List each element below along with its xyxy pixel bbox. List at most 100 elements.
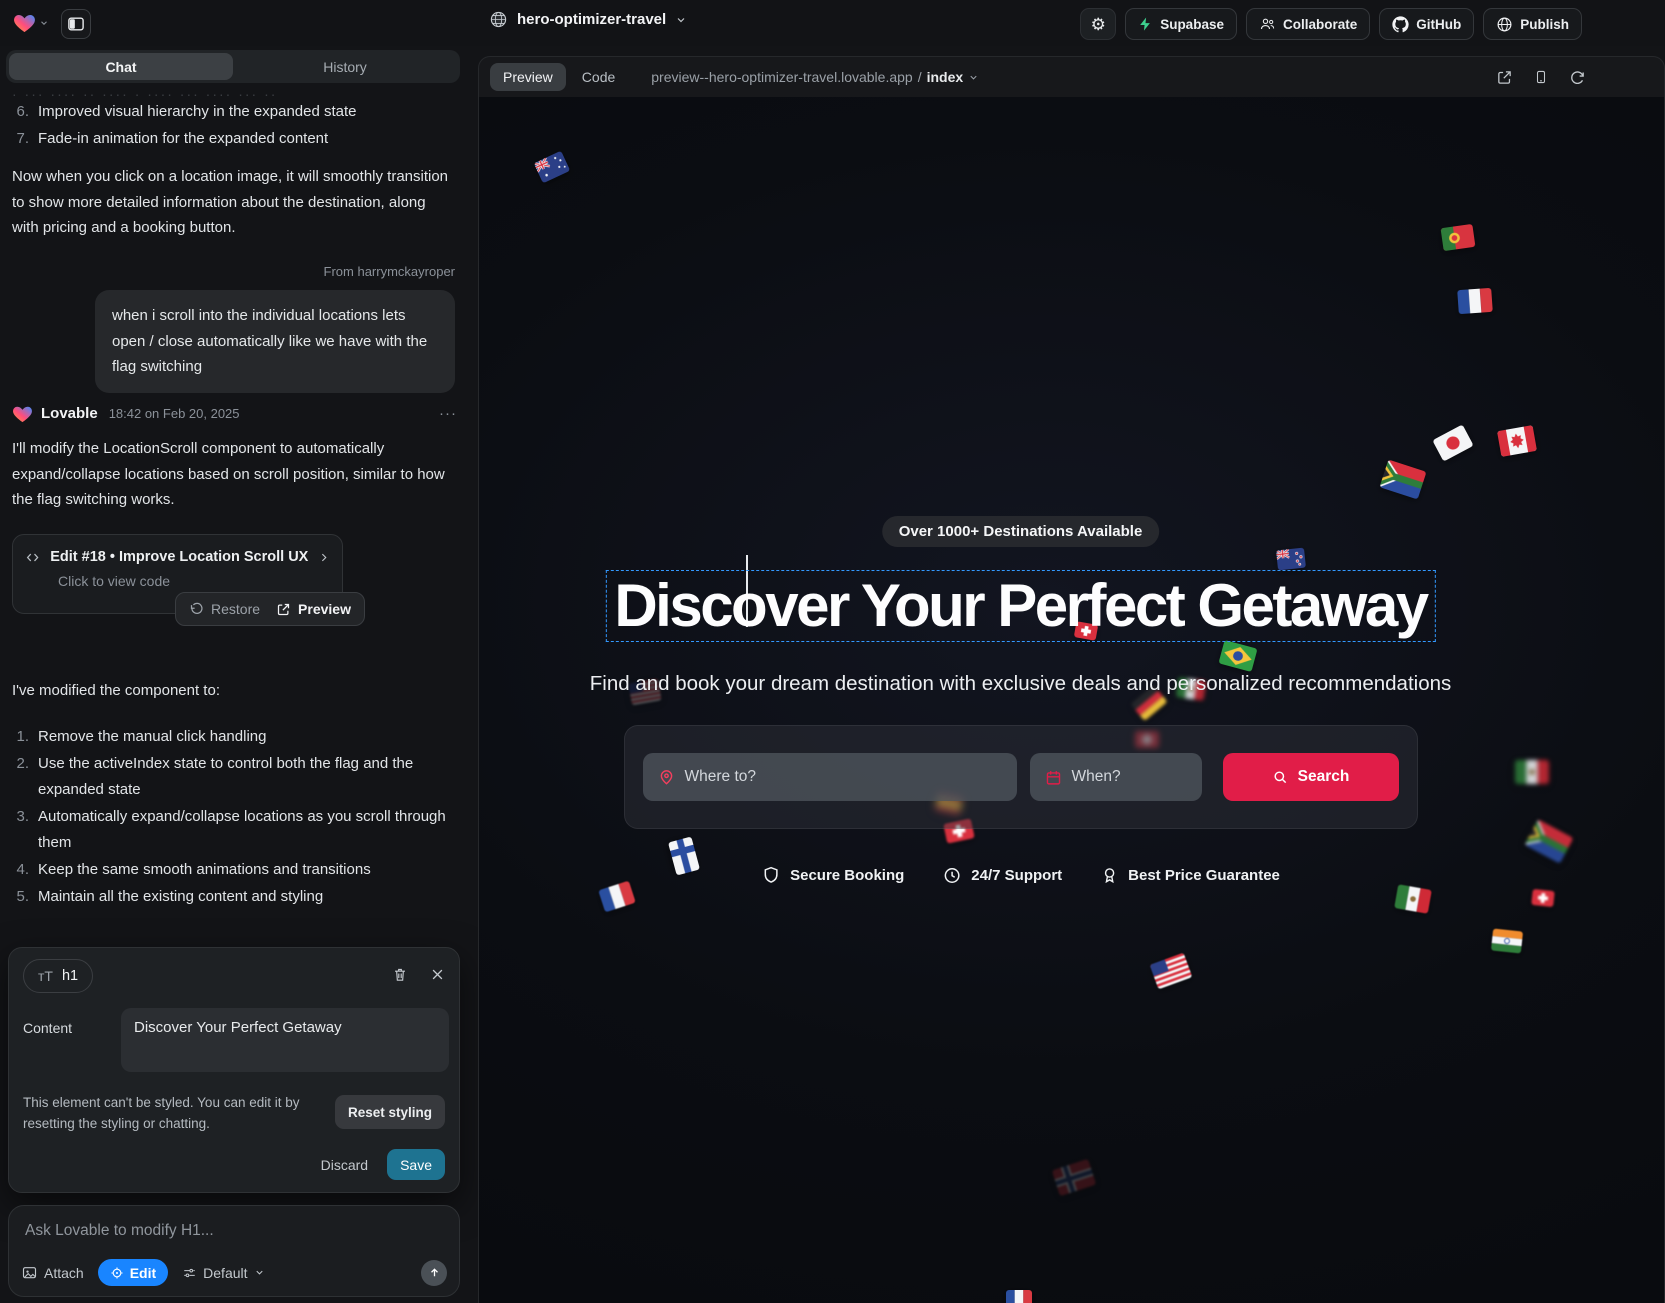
discard-button[interactable]: Discard (321, 1157, 368, 1173)
date-input[interactable]: When? (1030, 753, 1202, 801)
feature-support: 24/7 Support (942, 866, 1062, 885)
chevron-down-icon (968, 72, 979, 83)
typography-icon: тT (38, 968, 53, 984)
globe-icon (489, 10, 508, 29)
message-author-label: From harrymckayroper (324, 264, 455, 279)
save-button[interactable]: Save (387, 1149, 445, 1180)
restore-button[interactable]: Restore (189, 601, 260, 617)
url-host: preview--hero-optimizer-travel.lovable.a… (651, 69, 912, 85)
settings-button[interactable]: ⚙ (1080, 8, 1116, 40)
chevron-down-icon (254, 1267, 265, 1278)
github-label: GitHub (1416, 17, 1461, 32)
preview-toolbar: Preview Code preview--hero-optimizer-tra… (479, 57, 1664, 97)
model-default-selector[interactable]: Default (182, 1265, 264, 1281)
content-textarea[interactable]: Discover Your Perfect Getaway (121, 1008, 449, 1072)
list-item: Fade-in animation for the expanded conte… (12, 126, 457, 152)
search-button[interactable]: Search (1223, 753, 1399, 801)
feature-best-price: Best Price Guarantee (1100, 865, 1280, 885)
chat-history-tabs: Chat History (6, 50, 460, 83)
supabase-button[interactable]: Supabase (1125, 8, 1237, 40)
github-icon (1392, 16, 1409, 33)
preview-pane: Preview Code preview--hero-optimizer-tra… (478, 56, 1665, 1303)
content-field-label: Content (23, 1020, 72, 1036)
assistant-list-top: Improved visual hierarchy in the expande… (12, 99, 457, 153)
assistant-paragraph: Now when you click on a location image, … (12, 164, 452, 241)
assistant-name: Lovable (41, 405, 98, 422)
attach-image-icon (21, 1265, 38, 1281)
people-icon (1259, 16, 1276, 32)
close-icon[interactable] (430, 967, 445, 982)
supabase-bolt-icon (1138, 16, 1153, 32)
edit-card-subtitle: Click to view code (58, 573, 330, 589)
chat-panel: Chat History · ··· ···· ·· ···· · ···· ·… (0, 46, 472, 1303)
chat-composer[interactable]: Ask Lovable to modify H1... Attach Edit (8, 1205, 460, 1297)
send-button[interactable] (421, 1260, 447, 1286)
composer-placeholder[interactable]: Ask Lovable to modify H1... (25, 1222, 214, 1240)
assistant-paragraph: I've modified the component to: (12, 678, 452, 704)
gear-icon: ⚙ (1091, 16, 1106, 33)
mobile-view-icon[interactable] (1534, 68, 1548, 86)
external-link-icon (276, 602, 291, 617)
restore-icon (189, 602, 204, 617)
chevron-down-icon (675, 14, 687, 26)
styling-note: This element can't be styled. You can ed… (23, 1092, 333, 1134)
element-type-badge[interactable]: тT h1 (23, 959, 93, 993)
version-actions: Restore Preview (175, 592, 365, 626)
edit-card-title: Edit #18 • Improve Location Scroll UX (50, 549, 308, 565)
sidebar-toggle-button[interactable] (61, 9, 91, 39)
feature-secure-booking: Secure Booking (761, 865, 904, 885)
date-placeholder: When? (1072, 768, 1121, 786)
trash-icon[interactable] (392, 966, 408, 983)
chevron-down-icon (39, 18, 49, 28)
top-actions: ⚙ Supabase Collaborate GitHub (1080, 8, 1582, 40)
arrow-up-icon (428, 1266, 441, 1279)
top-bar: hero-optimizer-travel ⚙ Supabase Collabo… (0, 0, 1665, 46)
clipped-scrolled-text: · ··· ···· ·· ···· · ···· ··· ···· ··· ·… (12, 86, 442, 96)
url-separator: / (918, 69, 922, 85)
list-item: Keep the same smooth animations and tran… (12, 857, 454, 883)
selection-outline: Discover Your Perfect Getaway (605, 570, 1435, 642)
destination-input[interactable]: Where to? (643, 753, 1017, 801)
element-editor-panel: тT h1 Content Discover Your Perfect Geta… (8, 947, 460, 1193)
tab-code[interactable]: Code (582, 69, 615, 85)
list-item: Remove the manual click handling (12, 724, 454, 750)
assistant-steps-list: Remove the manual click handling Use the… (12, 724, 454, 911)
clock-icon (942, 866, 961, 885)
publish-globe-icon (1496, 16, 1513, 33)
assistant-paragraph: I'll modify the LocationScroll component… (12, 436, 455, 513)
preview-url[interactable]: preview--hero-optimizer-travel.lovable.a… (651, 69, 979, 85)
target-icon (110, 1266, 124, 1280)
attach-button[interactable]: Attach (21, 1265, 84, 1281)
hero-headline[interactable]: Discover Your Perfect Getaway (614, 571, 1426, 641)
collaborate-button[interactable]: Collaborate (1246, 8, 1370, 40)
lovable-logo-menu[interactable] (13, 12, 49, 33)
chevron-right-icon (318, 551, 330, 564)
panel-icon (68, 17, 84, 31)
project-name: hero-optimizer-travel (517, 11, 666, 28)
project-switcher[interactable]: hero-optimizer-travel (489, 10, 687, 29)
hero-subtitle: Find and book your dream destination wit… (590, 672, 1452, 696)
lovable-heart-icon (12, 404, 33, 423)
message-options-button[interactable]: ··· (439, 405, 457, 422)
shield-icon (761, 865, 780, 885)
list-item: Improved visual hierarchy in the expande… (12, 99, 457, 125)
calendar-icon (1045, 769, 1062, 786)
tab-history[interactable]: History (233, 53, 457, 80)
refresh-icon[interactable] (1569, 69, 1586, 86)
list-item: Use the activeIndex state to control bot… (12, 751, 454, 803)
edit-mode-button[interactable]: Edit (98, 1259, 168, 1286)
message-timestamp: 18:42 on Feb 20, 2025 (109, 406, 240, 421)
list-item: Maintain all the existing content and st… (12, 884, 454, 910)
map-pin-icon (658, 768, 675, 786)
url-page: index (927, 69, 964, 85)
site-viewport: Over 1000+ Destinations Available Discov… (479, 97, 1664, 1303)
github-button[interactable]: GitHub (1379, 8, 1474, 40)
reset-styling-button[interactable]: Reset styling (335, 1095, 445, 1129)
tab-preview[interactable]: Preview (490, 63, 566, 91)
supabase-label: Supabase (1160, 17, 1224, 32)
open-in-new-tab-icon[interactable] (1496, 69, 1513, 86)
sliders-icon (182, 1266, 197, 1280)
tab-chat[interactable]: Chat (9, 53, 233, 80)
publish-button[interactable]: Publish (1483, 8, 1582, 40)
preview-version-button[interactable]: Preview (276, 601, 351, 617)
